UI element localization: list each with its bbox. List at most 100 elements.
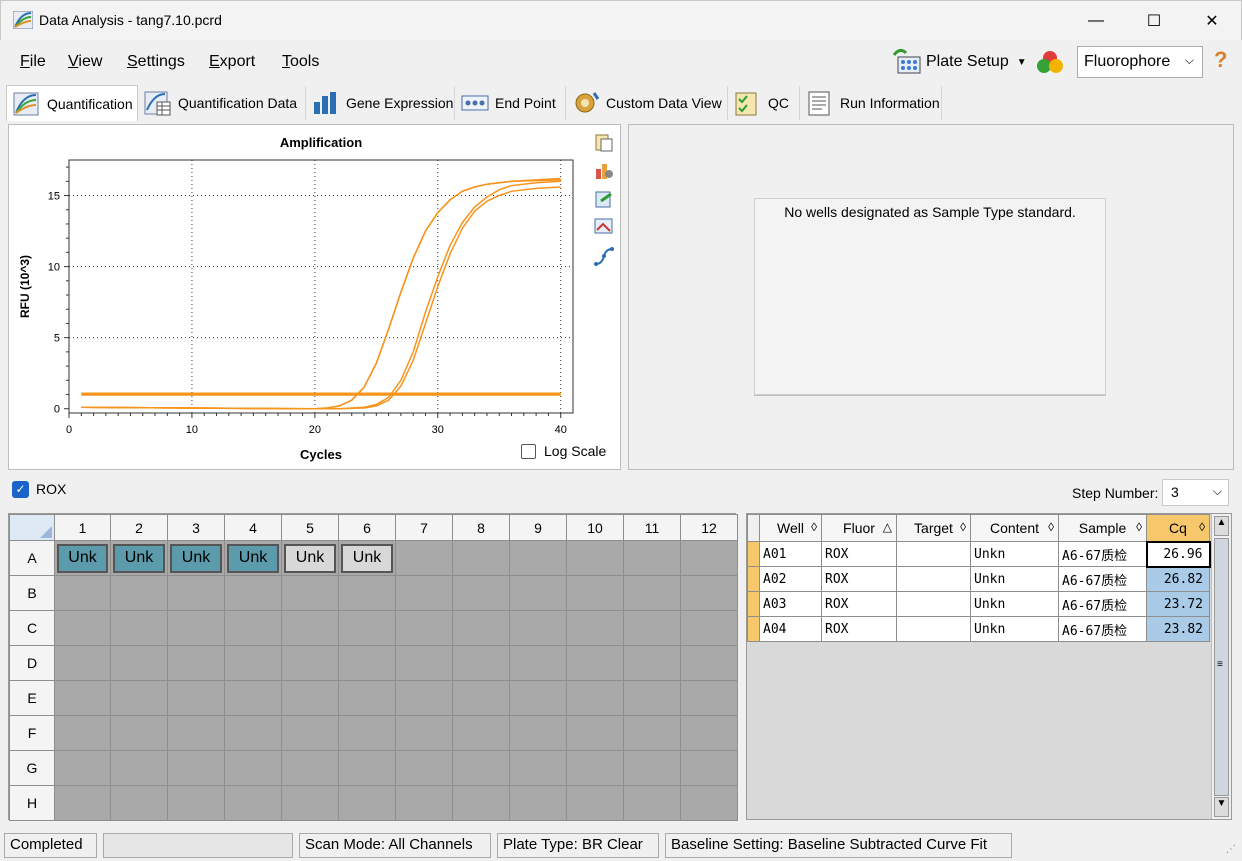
plate-row-header[interactable]: A <box>9 540 55 576</box>
plate-well[interactable] <box>110 680 168 716</box>
cell-content[interactable]: Unkn <box>970 566 1059 592</box>
cell-target[interactable] <box>896 616 971 642</box>
cell-cq[interactable]: 26.96 <box>1145 540 1211 568</box>
plate-well[interactable] <box>395 785 453 821</box>
plate-well[interactable] <box>54 750 111 786</box>
plate-well[interactable] <box>338 610 396 646</box>
plate-column-header[interactable]: 6 <box>338 514 396 541</box>
cell-cq[interactable]: 26.82 <box>1146 566 1210 592</box>
tab-quantification-data[interactable]: Quantification Data <box>138 86 306 120</box>
plate-well[interactable] <box>395 715 453 751</box>
log-scale-checkbox[interactable] <box>521 443 536 459</box>
cell-fluor[interactable]: ROX <box>821 541 897 567</box>
copy-icon[interactable] <box>593 131 615 153</box>
tab-qc[interactable]: QC <box>728 86 800 120</box>
chart-settings-icon[interactable] <box>593 159 615 181</box>
cell-target[interactable] <box>896 591 971 617</box>
plate-column-header[interactable]: 2 <box>110 514 168 541</box>
tab-run-information[interactable]: Run Information <box>800 86 942 120</box>
plate-well[interactable] <box>167 575 225 611</box>
plate-well[interactable] <box>110 785 168 821</box>
plate-well[interactable] <box>224 750 282 786</box>
plate-well[interactable] <box>54 575 111 611</box>
plate-well[interactable] <box>167 680 225 716</box>
plate-well[interactable] <box>680 785 738 821</box>
plate-column-header[interactable]: 4 <box>224 514 282 541</box>
cell-cq[interactable]: 23.82 <box>1146 616 1210 642</box>
plate-well[interactable] <box>54 645 111 681</box>
plate-well[interactable] <box>452 680 510 716</box>
plate-well[interactable] <box>680 610 738 646</box>
plate-column-header[interactable]: 3 <box>167 514 225 541</box>
plate-well[interactable] <box>110 645 168 681</box>
menu-settings[interactable]: Settings <box>127 53 185 71</box>
column-header-content[interactable]: Content ◊ <box>970 514 1059 542</box>
plate-well[interactable] <box>452 575 510 611</box>
close-button[interactable]: ✕ <box>1183 1 1241 41</box>
plate-well[interactable] <box>54 785 111 821</box>
plate-well[interactable] <box>395 680 453 716</box>
plate-column-header[interactable]: 10 <box>566 514 624 541</box>
plate-well[interactable]: Unk <box>224 540 282 576</box>
plate-well[interactable] <box>680 680 738 716</box>
plate-well[interactable] <box>224 680 282 716</box>
plate-well[interactable] <box>566 540 624 576</box>
plate-well[interactable] <box>167 610 225 646</box>
plate-well[interactable] <box>54 680 111 716</box>
plate-well[interactable] <box>566 680 624 716</box>
plate-row-header[interactable]: G <box>9 750 55 786</box>
menu-export[interactable]: Export <box>209 53 255 71</box>
plate-well[interactable] <box>338 645 396 681</box>
sort-icon[interactable]: ◊ <box>960 520 966 534</box>
cell-well[interactable]: A01 <box>759 541 822 567</box>
plate-well[interactable] <box>338 750 396 786</box>
cell-well[interactable]: A03 <box>759 591 822 617</box>
plate-well[interactable]: Unk <box>110 540 168 576</box>
plate-well[interactable] <box>110 575 168 611</box>
cell-sample[interactable]: A6-67质检 <box>1058 541 1147 567</box>
plate-well[interactable] <box>110 610 168 646</box>
plate-well[interactable] <box>509 785 567 821</box>
plate-column-header[interactable]: 8 <box>452 514 510 541</box>
sort-icon[interactable]: ◊ <box>1199 520 1205 534</box>
plate-well[interactable] <box>566 645 624 681</box>
plate-well[interactable] <box>452 715 510 751</box>
plate-well[interactable] <box>623 715 681 751</box>
plate-well[interactable]: Unk <box>281 540 339 576</box>
plate-well[interactable] <box>623 540 681 576</box>
plate-well[interactable] <box>167 645 225 681</box>
export-icon[interactable] <box>593 188 615 210</box>
minimize-button[interactable]: — <box>1067 1 1125 41</box>
rox-checkbox[interactable]: ✓ <box>12 481 29 498</box>
plate-well[interactable] <box>224 645 282 681</box>
plate-column-header[interactable]: 12 <box>680 514 738 541</box>
curve-fit-icon[interactable] <box>593 246 615 268</box>
plate-column-header[interactable]: 11 <box>623 514 681 541</box>
plate-well[interactable] <box>680 540 738 576</box>
plate-well[interactable] <box>338 715 396 751</box>
row-selector[interactable] <box>747 566 760 592</box>
cell-target[interactable] <box>896 566 971 592</box>
plate-well[interactable] <box>224 610 282 646</box>
plate-well[interactable]: Unk <box>167 540 225 576</box>
table-row[interactable]: A04 ROX Unkn A6-67质检 23.82 <box>747 616 1210 642</box>
plate-well[interactable] <box>54 715 111 751</box>
plate-well[interactable] <box>566 750 624 786</box>
cell-sample[interactable]: A6-67质检 <box>1058 591 1147 617</box>
plate-well[interactable] <box>452 750 510 786</box>
plate-well[interactable] <box>224 715 282 751</box>
plate-well[interactable] <box>452 540 510 576</box>
plate-row-header[interactable]: F <box>9 715 55 751</box>
table-row[interactable]: A03 ROX Unkn A6-67质检 23.72 <box>747 591 1210 617</box>
cell-sample[interactable]: A6-67质检 <box>1058 566 1147 592</box>
plate-well[interactable] <box>281 750 339 786</box>
column-header-well[interactable]: Well ◊ <box>759 514 822 542</box>
column-header-sample[interactable]: Sample ◊ <box>1058 514 1147 542</box>
plate-well[interactable] <box>281 785 339 821</box>
log-scale-toggle[interactable]: Log Scale <box>521 443 606 459</box>
plate-well[interactable] <box>509 575 567 611</box>
plate-well[interactable] <box>395 645 453 681</box>
sort-icon[interactable]: ◊ <box>1048 520 1054 534</box>
plate-well[interactable] <box>110 715 168 751</box>
cell-sample[interactable]: A6-67质检 <box>1058 616 1147 642</box>
